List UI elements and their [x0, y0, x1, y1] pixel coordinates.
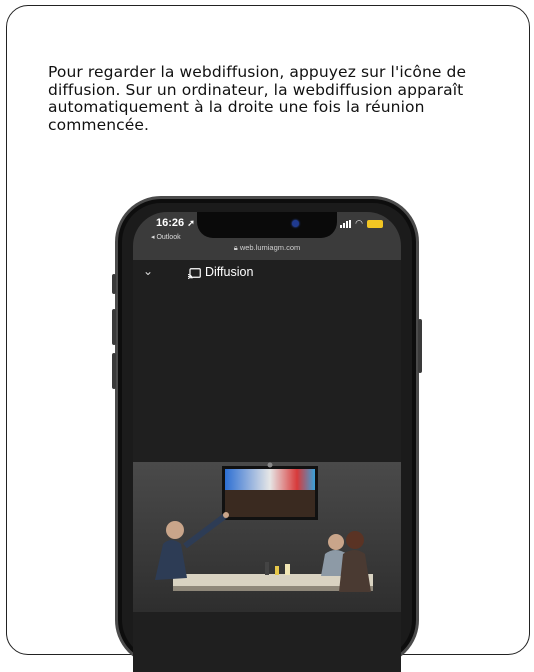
- url-text: web.lumiagm.com: [239, 243, 301, 252]
- phone-screen: 16:26 ➚ ◂ Outlook ◠ 🔒︎ web.lumiagm.com ⌄: [133, 212, 401, 672]
- battery-icon: [367, 219, 383, 228]
- page-title: Diffusion: [205, 265, 254, 279]
- wifi-icon: ◠: [355, 218, 363, 228]
- url-bar[interactable]: 🔒︎ web.lumiagm.com: [133, 243, 401, 253]
- collapse-chevron-icon[interactable]: ⌄: [143, 264, 153, 278]
- screen-bottom: [133, 612, 401, 672]
- status-icons: ◠: [340, 219, 383, 228]
- webcast-header: ⌄ Diffusion: [133, 260, 401, 290]
- phone-mockup: 16:26 ➚ ◂ Outlook ◠ 🔒︎ web.lumiagm.com ⌄: [112, 196, 422, 672]
- lock-icon: 🔒︎: [233, 243, 238, 252]
- signal-icon: [340, 219, 352, 228]
- status-bar: 16:26 ➚ ◂ Outlook ◠ 🔒︎ web.lumiagm.com: [133, 212, 401, 260]
- front-camera: [292, 220, 299, 227]
- status-time: 16:26 ➚: [156, 217, 195, 229]
- mute-switch: [112, 274, 116, 294]
- volume-up-button: [112, 309, 116, 345]
- instruction-text: Pour regarder la webdiffusion, appuyez s…: [48, 63, 467, 134]
- power-button: [418, 319, 422, 373]
- notch: [197, 212, 337, 238]
- volume-down-button: [112, 353, 116, 389]
- webcast-video[interactable]: [133, 462, 401, 612]
- back-to-app-link[interactable]: ◂ Outlook: [151, 233, 181, 241]
- cast-icon[interactable]: [188, 268, 201, 279]
